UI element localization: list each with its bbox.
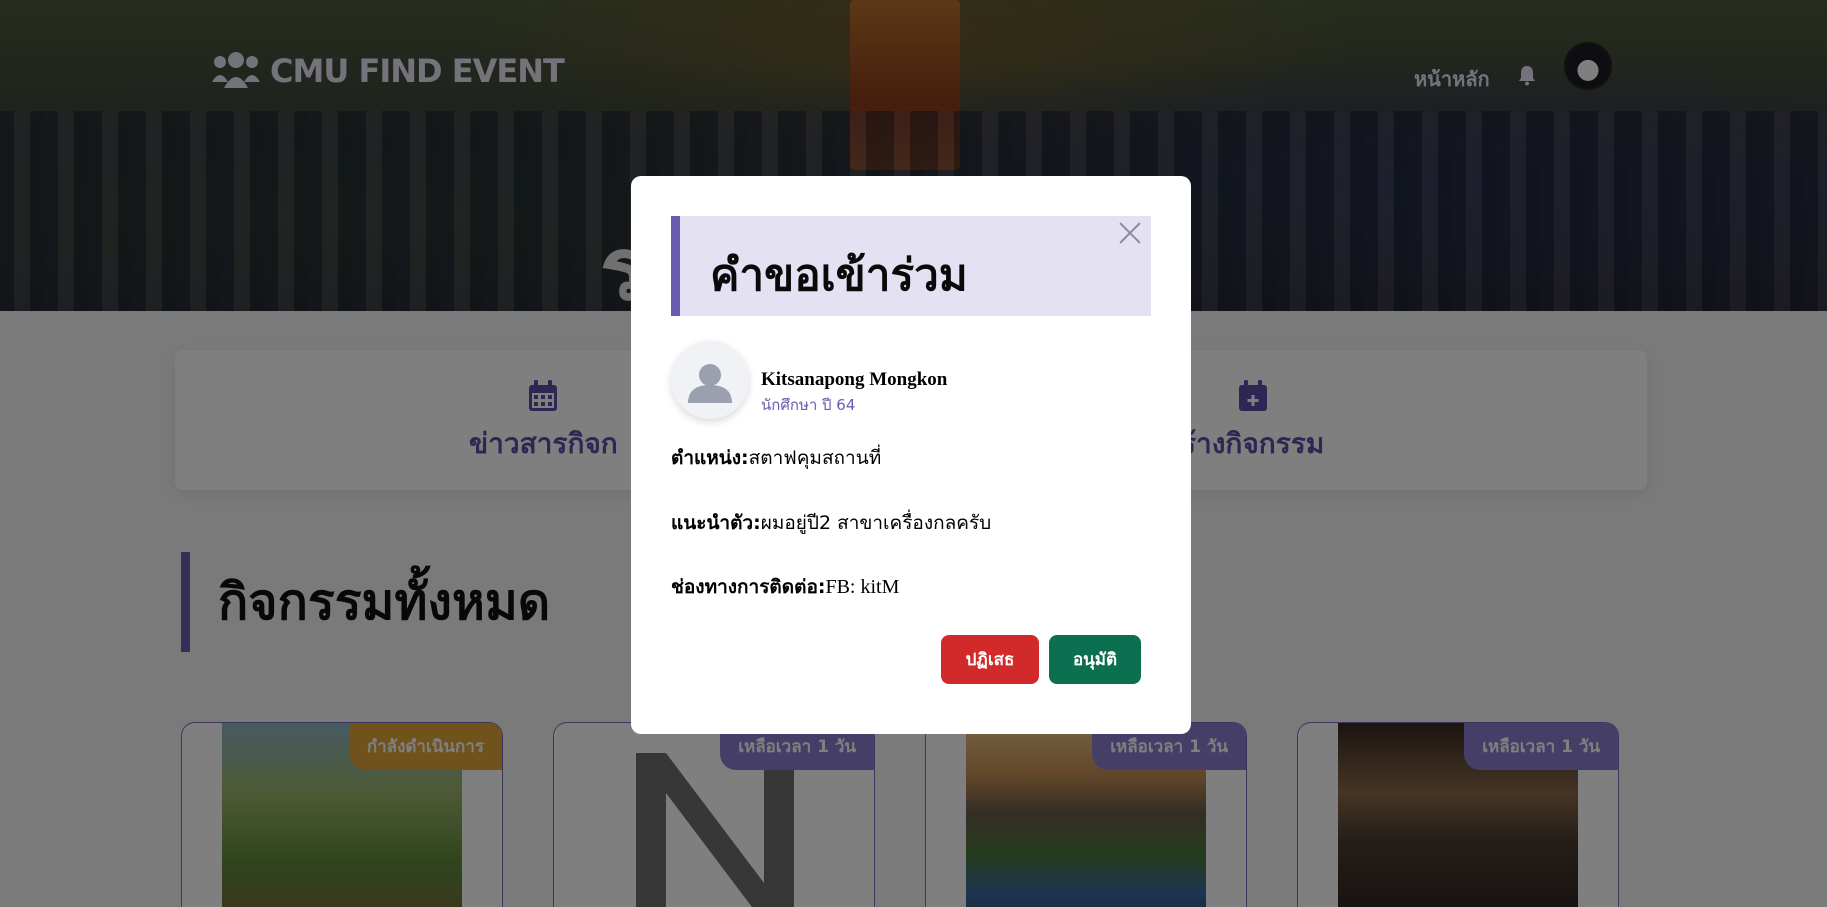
info-position: ตำแหน่ง:สตาฟคุมสถานที่ bbox=[671, 443, 881, 473]
info-intro-value: ผมอยู่ปี2 สาขาเครื่องกลครับ bbox=[760, 512, 992, 534]
close-icon[interactable] bbox=[1117, 220, 1143, 246]
info-intro-label: แนะนำตัว: bbox=[671, 512, 761, 534]
reject-button[interactable]: ปฏิเสธ bbox=[941, 635, 1039, 684]
info-position-label: ตำแหน่ง: bbox=[671, 447, 749, 469]
join-request-modal: คำขอเข้าร่วม Kitsanapong Mongkon นักศึกษ… bbox=[631, 176, 1191, 734]
applicant-avatar bbox=[671, 341, 749, 419]
modal-header: คำขอเข้าร่วม bbox=[671, 216, 1151, 316]
applicant-name: Kitsanapong Mongkon bbox=[761, 369, 948, 390]
modal-title: คำขอเข้าร่วม bbox=[710, 250, 968, 301]
approve-button[interactable]: อนุมัติ bbox=[1049, 635, 1141, 684]
info-contact-label: ช่องทางการติดต่อ: bbox=[671, 576, 826, 598]
info-intro: แนะนำตัว:ผมอยู่ปี2 สาขาเครื่องกลครับ bbox=[671, 508, 991, 538]
info-contact: ช่องทางการติดต่อ:FB: kitM bbox=[671, 572, 899, 602]
user-icon bbox=[688, 364, 732, 403]
info-contact-value: FB: kitM bbox=[825, 576, 900, 598]
info-position-value: สตาฟคุมสถานที่ bbox=[748, 447, 882, 469]
applicant-role: นักศึกษา ปี 64 bbox=[761, 396, 856, 414]
